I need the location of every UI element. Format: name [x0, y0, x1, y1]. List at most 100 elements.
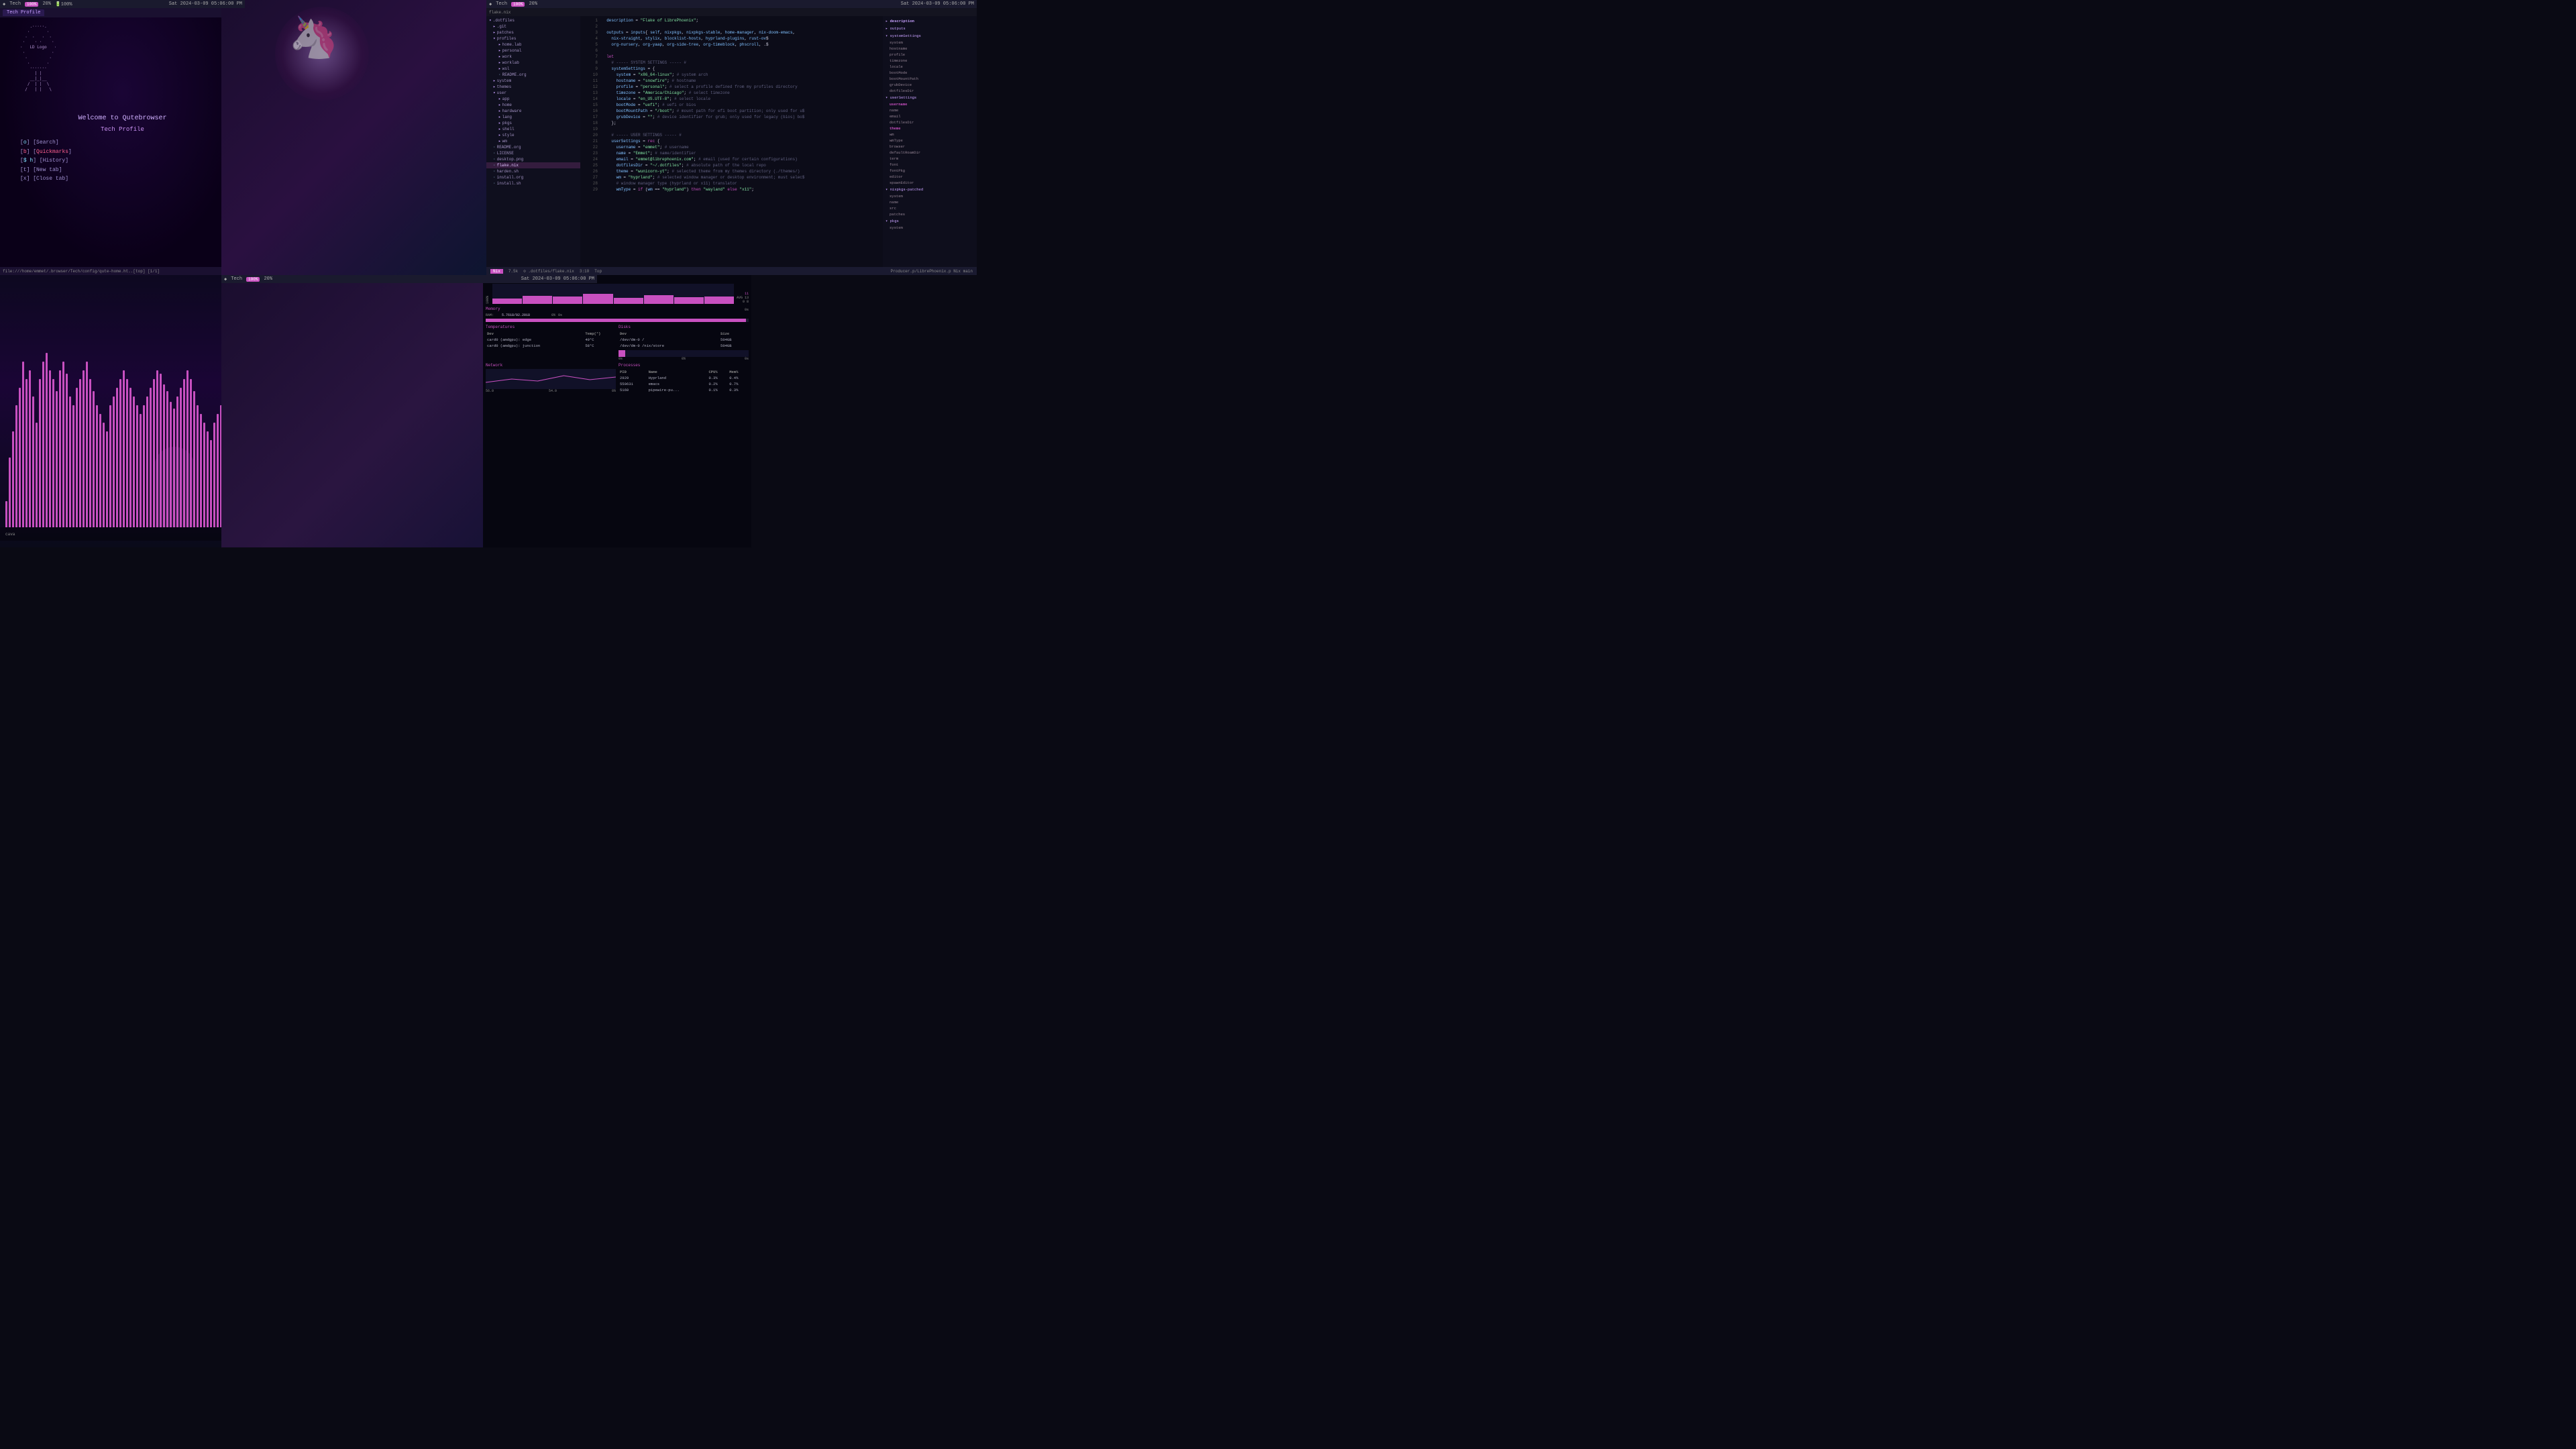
qb-menu-item-quickmarks[interactable]: [b] [Quickmarks]	[20, 148, 72, 157]
ce-tree-installsh[interactable]: · install.sh	[486, 180, 580, 186]
ce-tree-label: wm	[502, 139, 507, 144]
sm-net-labels: 56.0 54.0 0%	[486, 389, 616, 393]
ce-outline-grubdevice: grubDevice	[883, 82, 977, 88]
cava-bar	[96, 405, 98, 527]
ce-outline-np-src: src	[883, 205, 977, 211]
ce-outline-wmtype: wmType	[883, 138, 977, 144]
ce-tree-wm[interactable]: ▸ wm	[486, 138, 580, 144]
ce-status-right: Producer.p/LibrePhoenix.p Nix main	[891, 269, 973, 274]
ce-tree-label: home	[502, 103, 512, 107]
qb-menu-item-history[interactable]: [$ h] [History]	[20, 156, 72, 166]
ce-tree-profiles[interactable]: ▾ profiles	[486, 36, 580, 42]
sm-disk-dev-1: /dev/dm-0 /	[619, 337, 719, 343]
ce-tree-work[interactable]: ▸ work	[486, 54, 580, 60]
ce-tree-label: lang	[502, 115, 512, 119]
qb-menu-item-newtab[interactable]: [t] [New tab]	[20, 166, 72, 175]
ce-tree-worklab[interactable]: ▸ worklab	[486, 60, 580, 66]
sm-memory-header-row: Memory 0s	[486, 307, 749, 313]
ce-outline-defaultroamdir: defaultRoamDir	[883, 150, 977, 156]
sm-proc-pid-2: 550631	[619, 381, 647, 387]
cava-bar	[143, 405, 145, 527]
cava-bar	[99, 414, 101, 527]
sm-disk-size-1: 504GB	[719, 337, 749, 343]
ce-tree-homelab[interactable]: ▸ home.lab	[486, 42, 580, 48]
ce-tree-label: pkgs	[502, 121, 512, 125]
cpu-core-bar	[644, 295, 674, 304]
folder-icon: ▸	[498, 97, 501, 101]
cava-bar	[126, 379, 128, 527]
cava-bar	[72, 405, 74, 527]
cpu-core-bar	[583, 294, 612, 304]
datetime3: Sat 2024-03-09 05:06:00 PM	[521, 276, 594, 282]
cava-bar	[89, 379, 91, 527]
cava-bar	[150, 388, 152, 527]
ce-tree-hardensh[interactable]: · harden.sh	[486, 168, 580, 174]
qb-tab-active[interactable]: Tech Profile	[3, 9, 44, 16]
ce-outline-browser: browser	[883, 144, 977, 150]
ce-tree-label: README.org	[502, 72, 527, 77]
sm-disks-section: Disks Dev Size /dev/dm-0 / 504GB /dev/dm…	[619, 325, 749, 361]
cava-bar	[83, 370, 85, 527]
sm-disk-0s2: 0s	[745, 357, 749, 361]
cpu-core-bar	[492, 299, 522, 304]
file-icon: ·	[493, 157, 496, 162]
ce-tree-home[interactable]: ▸ home	[486, 102, 580, 108]
qb-menu-item-search[interactable]: [o] [Search]	[20, 138, 72, 148]
ce-tree-label: work	[502, 54, 512, 59]
ce-tree-pkgs[interactable]: ▸ pkgs	[486, 120, 580, 126]
ce-tree-personal[interactable]: ▸ personal	[486, 48, 580, 54]
ce-tree-shell[interactable]: ▸ shell	[486, 126, 580, 132]
cava-bar	[19, 388, 21, 527]
ce-outline-np-name: name	[883, 199, 977, 205]
ce-tree-readmeorg1[interactable]: · README.org	[486, 72, 580, 78]
ce-topbar: flake.nix	[486, 8, 977, 16]
sm-proc-cpu-1: 0.3%	[707, 375, 728, 381]
ce-tree-wsl[interactable]: ▸ wsl	[486, 66, 580, 72]
cava-bar	[36, 423, 38, 527]
cava-bar	[42, 362, 44, 527]
battery-badge2: 100%	[511, 2, 525, 7]
ce-tree-label: style	[502, 133, 515, 138]
ce-tree-hardware[interactable]: ▸ hardware	[486, 108, 580, 114]
ce-tree-patches[interactable]: ▸ patches	[486, 30, 580, 36]
ce-tree-license[interactable]: · LICENSE	[486, 150, 580, 156]
cpu-label2: 20%	[529, 1, 537, 7]
qb-menu-item-closetab[interactable]: [x] [Close tab]	[20, 174, 72, 184]
ce-outline-email: email	[883, 113, 977, 119]
sm-disks-table: Dev Size /dev/dm-0 / 504GB /dev/dm-0 /ni…	[619, 331, 749, 349]
cava-bar	[62, 362, 64, 527]
ce-tree-themes[interactable]: ▸ themes	[486, 84, 580, 90]
ce-code-content[interactable]: description = "Flake of LibrePhoenix"; o…	[599, 16, 883, 267]
ce-outline-spawneditor: spawnEditor	[883, 180, 977, 186]
sm-cpu-100: 100%	[486, 296, 490, 304]
ce-tree-system[interactable]: ▸ system	[486, 78, 580, 84]
ce-tree-style[interactable]: ▸ style	[486, 132, 580, 138]
sm-proc-row-1: 2929 Hyprland 0.3% 0.4%	[619, 375, 749, 381]
folder-icon: ▸	[498, 48, 501, 53]
qb-statusbar-text: file:///home/emmet/.browser/Tech/config/…	[3, 269, 160, 274]
ce-outline-term: term	[883, 156, 977, 162]
ce-tree-label: desktop.png	[497, 157, 524, 162]
qb-tabbar[interactable]: Tech Profile	[0, 8, 245, 17]
cava-bar	[12, 431, 14, 527]
ce-tree-root[interactable]: ▾ .dotfiles	[486, 17, 580, 23]
ce-line-numbers: 1234567891011121314151617181920212223242…	[580, 16, 599, 267]
sm-processes-header: Processes	[619, 363, 749, 368]
ce-outline-profile: profile	[883, 52, 977, 58]
cava-bar	[113, 396, 115, 527]
ce-tree-lang[interactable]: ▸ lang	[486, 114, 580, 120]
ce-tree-user[interactable]: ▾ user	[486, 90, 580, 96]
folder-icon: ▸	[498, 60, 501, 65]
folder-icon: ▾	[489, 18, 492, 23]
ce-tree-installorg[interactable]: · install.org	[486, 174, 580, 180]
ce-tree-flakenix[interactable]: · flake.nix	[486, 162, 580, 168]
ce-tree-app[interactable]: ▸ app	[486, 96, 580, 102]
ce-tree-git[interactable]: ▸ .git	[486, 23, 580, 30]
ce-tree-readmeorg2[interactable]: · README.org	[486, 144, 580, 150]
ce-outline-fontpkg: fontPkg	[883, 168, 977, 174]
cava-bar	[66, 374, 68, 527]
wm-icon2: ◆	[489, 1, 492, 7]
wm-icon: ◆	[3, 1, 5, 7]
ce-tree-desktoppng[interactable]: · desktop.png	[486, 156, 580, 162]
ce-outline-name: name	[883, 107, 977, 113]
